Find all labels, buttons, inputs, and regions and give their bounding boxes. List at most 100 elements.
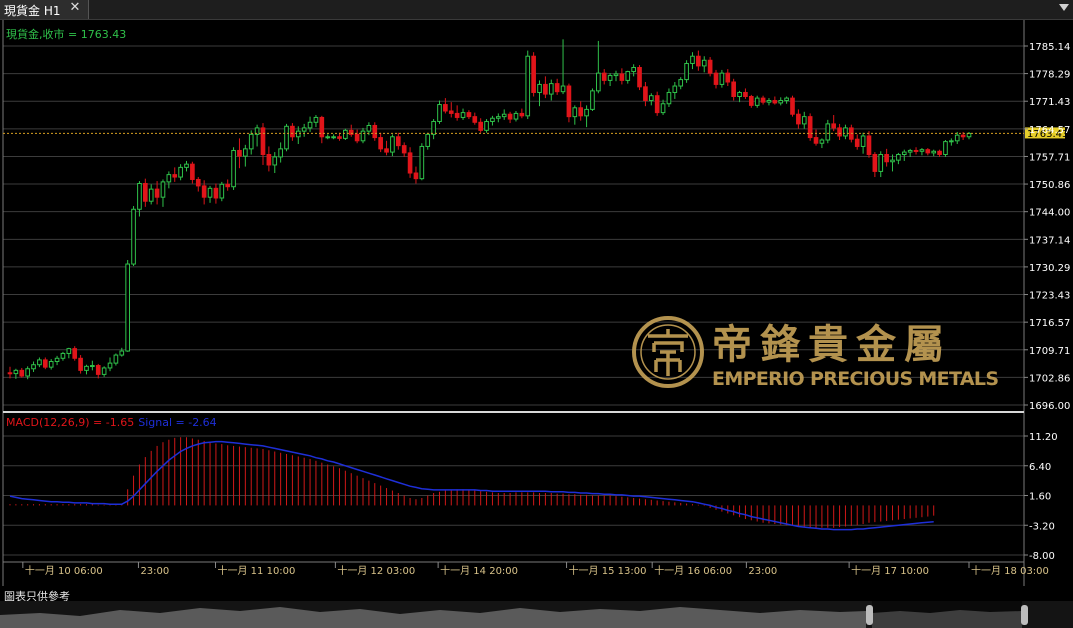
candle — [554, 78, 560, 95]
candle — [101, 366, 107, 377]
candle — [796, 109, 801, 129]
price-tick-label: 1696.00 — [1029, 401, 1070, 412]
candle — [19, 367, 25, 378]
candle — [919, 148, 925, 156]
candle — [637, 65, 642, 91]
candle — [525, 50, 531, 120]
candle — [654, 91, 660, 116]
candle-body — [931, 150, 937, 154]
candle-body — [184, 163, 189, 168]
candle — [484, 119, 489, 133]
candle — [690, 52, 695, 70]
candle-body — [790, 97, 795, 115]
price-tick-label: 1785.14 — [1029, 42, 1070, 53]
candle — [307, 116, 313, 132]
candle-body — [778, 100, 784, 104]
candle-body — [672, 85, 678, 93]
candle-body — [101, 367, 107, 375]
candle — [572, 105, 578, 125]
candle — [466, 110, 472, 120]
candle-body — [766, 100, 772, 103]
candle-body — [466, 112, 472, 118]
candle — [707, 57, 713, 77]
candle — [725, 69, 731, 87]
chart-area[interactable]: 帝鋒貴金屬 EMPERIO PRECIOUS METALS 1763.43 17… — [0, 20, 1073, 586]
candle-body — [272, 156, 278, 166]
candle-body — [519, 112, 525, 117]
candle-body — [25, 368, 30, 377]
candle-body — [607, 75, 613, 81]
navigator-left-handle[interactable] — [866, 605, 873, 625]
candle — [607, 73, 613, 87]
candle-body — [72, 348, 78, 359]
candle-body — [872, 153, 878, 172]
candle-body — [949, 140, 954, 143]
price-axis-ticks: 1785.14 1778.29 1771.43 1764.57 1757.71 1750.… — [1024, 42, 1070, 412]
candle-body — [954, 134, 960, 142]
macd-tick-label: -8.00 — [1029, 551, 1055, 562]
candle-body — [860, 135, 866, 147]
candle-body — [943, 141, 948, 155]
candle — [348, 124, 354, 137]
triangle-down-icon[interactable] — [1059, 4, 1069, 11]
close-icon[interactable]: ✕ — [68, 1, 82, 15]
candle-body — [113, 354, 119, 364]
candle — [266, 146, 272, 172]
candle — [754, 95, 760, 108]
candle-body — [343, 129, 348, 139]
candle-body — [484, 120, 489, 131]
candle-body — [395, 136, 401, 147]
candle-body — [525, 55, 531, 117]
candle-body — [460, 112, 466, 118]
navigator-right-handle[interactable] — [1021, 605, 1028, 625]
candle — [425, 132, 431, 150]
candle — [472, 112, 478, 125]
candle — [719, 69, 725, 88]
candle-body — [807, 116, 813, 139]
macd-grid-lines — [3, 435, 1024, 556]
candle — [537, 80, 542, 107]
time-tick-label: 十一月 10 06:00 — [25, 564, 103, 577]
candle — [343, 128, 348, 140]
candle — [172, 167, 178, 182]
candle-body — [925, 149, 931, 154]
candle — [490, 115, 495, 126]
candle — [631, 64, 636, 77]
candle-body — [431, 120, 436, 135]
candle-body — [425, 133, 431, 147]
candle-body — [307, 121, 313, 129]
candle — [219, 181, 225, 202]
macd-legend-signal: Signal = -2.64 — [138, 416, 216, 429]
candle — [166, 171, 172, 189]
tab-chart[interactable]: 現貨金 H1 ✕ — [0, 0, 89, 19]
candle-body — [901, 151, 907, 155]
candle-body — [590, 90, 595, 110]
candle-body — [448, 110, 454, 114]
candle — [619, 68, 625, 85]
candle-body — [213, 187, 219, 199]
candle-body — [107, 362, 113, 369]
candle — [390, 134, 395, 157]
time-tick-label: 十一月 15 13:00 — [569, 564, 647, 577]
candle — [907, 148, 913, 157]
time-tick-label: 十一月 11 10:00 — [218, 564, 296, 577]
candle-body — [148, 188, 154, 202]
price-tick-label: 1750.86 — [1029, 180, 1070, 191]
candle-body — [172, 174, 178, 178]
candle — [949, 138, 954, 146]
price-tick-label: 1757.71 — [1029, 152, 1070, 163]
candle-body — [737, 91, 742, 98]
candle-body — [760, 97, 766, 103]
candle — [107, 357, 113, 372]
candle-body — [231, 149, 236, 188]
candle — [84, 364, 89, 375]
candle-body — [772, 100, 778, 104]
candle-body — [372, 125, 378, 139]
chart-navigator[interactable] — [0, 601, 1073, 628]
candle — [72, 346, 78, 361]
candle — [448, 102, 454, 118]
candle — [119, 347, 125, 357]
candle-body — [295, 130, 301, 138]
candle-body — [754, 97, 760, 106]
candle-body — [19, 369, 25, 377]
